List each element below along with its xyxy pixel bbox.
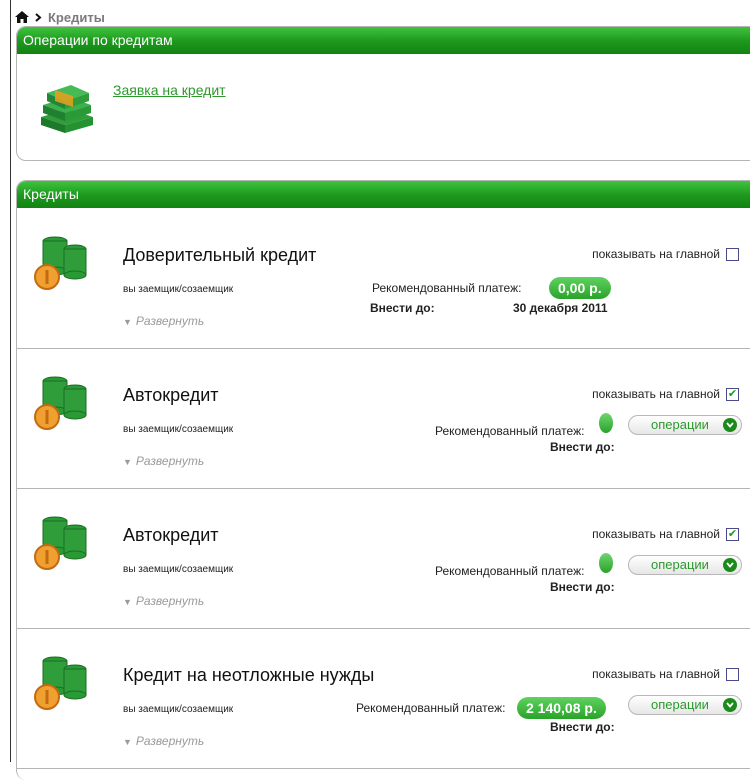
show-on-main-toggle[interactable]: показывать на главной ✔: [592, 387, 739, 401]
payment-amount-badge: 2 140,08 р.: [517, 697, 606, 719]
expand-toggle[interactable]: ▼ Развернуть: [123, 314, 204, 328]
chevron-down-icon: [723, 558, 737, 572]
credit-title: Автокредит: [123, 385, 219, 405]
due-label: Внести до:: [550, 580, 615, 594]
breadcrumb-current: Кредиты: [48, 9, 105, 25]
credit-title: Доверительный кредит: [123, 245, 317, 265]
triangle-down-icon: ▼: [123, 737, 132, 747]
credit-application-link[interactable]: Заявка на кредит: [113, 82, 226, 98]
coins-icon: [33, 231, 93, 296]
due-label: Внести до:: [550, 440, 615, 454]
credits-panel-title: Кредиты: [17, 181, 750, 208]
credits-panel: Кредиты Доверительный кредит вы заемщик/…: [16, 180, 750, 780]
operations-panel: Операции по кредитам Заявка на кредит: [16, 26, 750, 161]
triangle-down-icon: ▼: [123, 597, 132, 607]
payment-label: Рекомендованный платеж:: [356, 701, 506, 715]
credit-item: Доверительный кредит вы заемщик/созаемщи…: [17, 209, 750, 349]
show-on-main-toggle[interactable]: показывать на главной: [592, 667, 739, 681]
expand-toggle[interactable]: ▼ Развернуть: [123, 594, 204, 608]
credit-item: Автокредит вы заемщик/созаемщик ▼ Разверн…: [17, 489, 750, 629]
payment-amount-badge: [599, 413, 613, 433]
operations-dropdown[interactable]: операции: [628, 555, 742, 575]
show-on-main-checkbox[interactable]: [726, 667, 739, 681]
breadcrumb: Кредиты: [15, 8, 105, 26]
expand-toggle[interactable]: ▼ Развернуть: [123, 734, 204, 748]
credit-role: вы заемщик/созаемщик: [123, 564, 234, 575]
payment-amount-badge: [599, 553, 613, 573]
chevron-right-icon: [35, 12, 42, 22]
show-on-main-checkbox[interactable]: ✔: [726, 387, 739, 401]
triangle-down-icon: ▼: [123, 317, 132, 327]
chevron-down-icon: [723, 418, 737, 432]
payment-label: Рекомендованный платеж:: [435, 424, 585, 438]
credit-role: вы заемщик/созаемщик: [123, 424, 234, 435]
coins-icon: [33, 651, 93, 716]
chevron-down-icon: [723, 698, 737, 712]
show-on-main-toggle[interactable]: показывать на главной: [592, 247, 739, 261]
credit-title: Кредит на неотложные нужды: [123, 665, 375, 685]
due-label: Внести до:: [550, 720, 615, 734]
credit-item: Кредит на неотложные нужды вы заемщик/со…: [17, 629, 750, 769]
payment-label: Рекомендованный платеж:: [372, 281, 522, 295]
money-stack-icon: [37, 81, 97, 144]
payment-label: Рекомендованный платеж:: [435, 564, 585, 578]
show-on-main-checkbox[interactable]: [726, 247, 739, 261]
payment-amount-badge: 0,00 р.: [549, 277, 611, 299]
due-label: Внести до:: [370, 301, 435, 315]
page-left-border: [10, 0, 11, 762]
expand-toggle[interactable]: ▼ Развернуть: [123, 454, 204, 468]
coins-icon: [33, 511, 93, 576]
coins-icon: [33, 371, 93, 436]
credit-item: Автокредит вы заемщик/созаемщик ▼ Разверн…: [17, 349, 750, 489]
home-icon[interactable]: [15, 11, 29, 23]
due-date: 30 декабря 2011: [513, 301, 608, 315]
operations-dropdown[interactable]: операции: [628, 415, 742, 435]
credit-role: вы заемщик/созаемщик: [123, 704, 234, 715]
operations-panel-title: Операции по кредитам: [17, 27, 750, 54]
credit-title: Автокредит: [123, 525, 219, 545]
show-on-main-checkbox[interactable]: ✔: [726, 527, 739, 541]
show-on-main-toggle[interactable]: показывать на главной ✔: [592, 527, 739, 541]
triangle-down-icon: ▼: [123, 457, 132, 467]
operations-dropdown[interactable]: операции: [628, 695, 742, 715]
credit-role: вы заемщик/созаемщик: [123, 284, 234, 295]
